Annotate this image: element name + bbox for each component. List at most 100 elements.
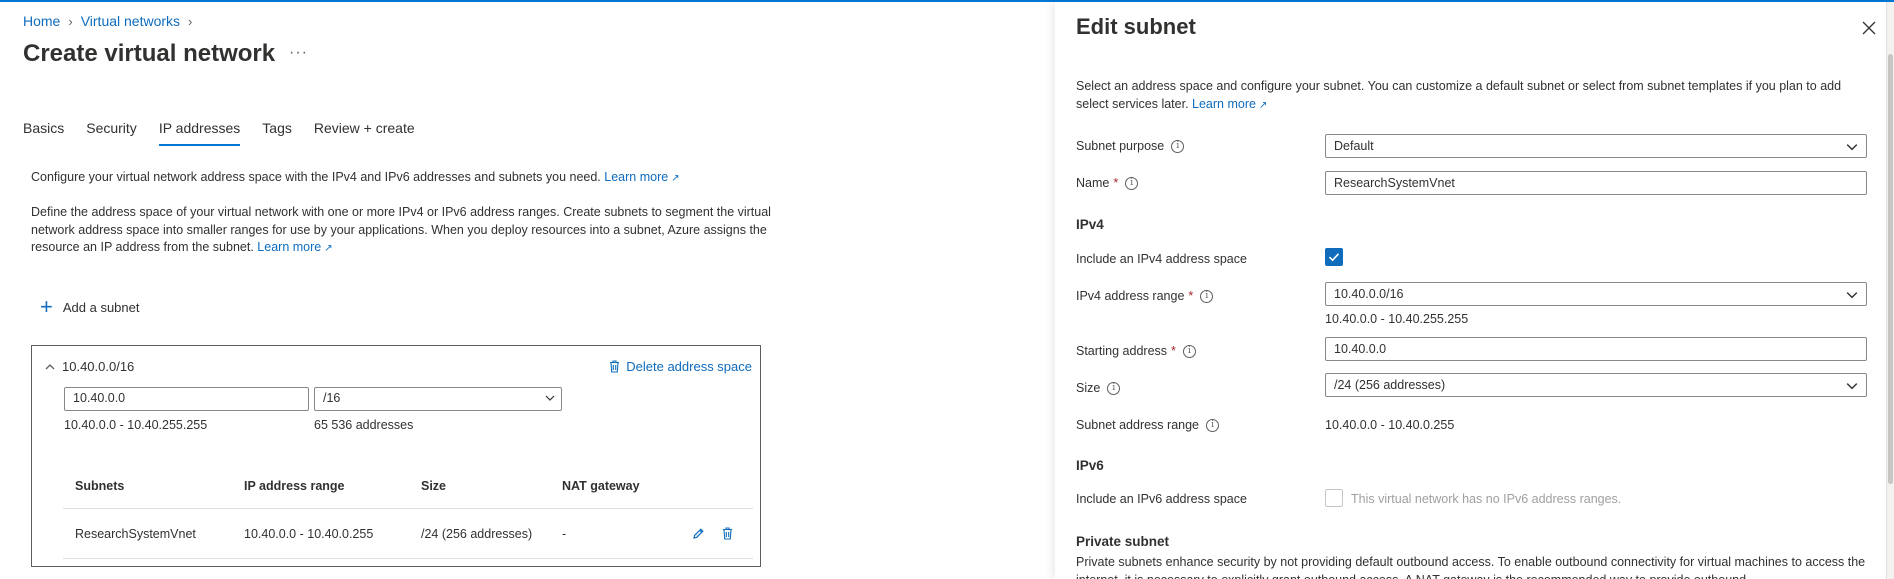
prefix-value: /16: [323, 391, 341, 405]
include-ipv4-label: Include an IPv4 address space: [1076, 252, 1247, 266]
tab-security[interactable]: Security: [86, 120, 137, 146]
starting-address-label-text: Starting address: [1076, 344, 1168, 358]
info-icon[interactable]: i: [1200, 289, 1214, 303]
delete-address-space-button[interactable]: Delete address space: [609, 359, 752, 374]
scrollbar-thumb[interactable]: [1888, 54, 1893, 484]
ipv4-range-select[interactable]: 10.40.0.0/16: [1325, 282, 1867, 306]
panel-scrollbar[interactable]: [1886, 2, 1894, 579]
size-value: /24 (256 addresses): [1334, 378, 1446, 392]
external-link-icon: ↗: [324, 243, 333, 254]
edit-subnet-panel: Edit subnet Select an address space and …: [1055, 2, 1894, 579]
name-label-text: Name: [1076, 176, 1110, 190]
table-divider: [63, 508, 753, 509]
ipv6-heading: IPv6: [1076, 458, 1104, 473]
create-vnet-page: Home › Virtual networks › Create virtual…: [0, 2, 1055, 579]
panel-title: Edit subnet: [1076, 14, 1196, 39]
plus-icon: +: [40, 294, 53, 319]
breadcrumb-home[interactable]: Home: [23, 13, 60, 29]
address-space-header[interactable]: 10.40.0.0/16: [44, 359, 134, 374]
learn-more-link[interactable]: Learn more: [604, 170, 668, 184]
breadcrumb-virtual-networks[interactable]: Virtual networks: [81, 13, 180, 29]
subnet-address-range-value: 10.40.0.0 - 10.40.0.255: [1325, 418, 1455, 432]
trash-icon[interactable]: [722, 527, 733, 540]
subnet-name-link[interactable]: ResearchSystemVnet: [75, 527, 196, 541]
intro-sentence: Configure your virtual network address s…: [31, 170, 601, 184]
required-marker: *: [1188, 289, 1194, 303]
panel-learn-more-link[interactable]: Learn more: [1192, 97, 1256, 111]
subnet-purpose-label-text: Subnet purpose: [1076, 139, 1165, 153]
private-subnet-heading: Private subnet: [1076, 534, 1170, 549]
col-header-size: Size: [421, 479, 447, 493]
required-marker: *: [1171, 344, 1176, 358]
delete-address-space-label: Delete address space: [626, 359, 752, 374]
checkmark-icon: [1328, 253, 1340, 262]
col-header-subnets: Subnets: [75, 479, 125, 493]
chevron-down-icon: [1846, 383, 1858, 390]
required-marker: *: [1113, 176, 1119, 190]
panel-description-text: Select an address space and configure yo…: [1076, 79, 1842, 111]
tab-tags[interactable]: Tags: [262, 120, 292, 146]
ipv4-range-note: 10.40.0.0 - 10.40.255.255: [1325, 312, 1469, 326]
trash-icon: [610, 360, 620, 373]
subnet-name-input[interactable]: ResearchSystemVnet: [1325, 171, 1867, 195]
tab-review-create[interactable]: Review + create: [314, 120, 415, 146]
panel-description: Select an address space and configure yo…: [1076, 78, 1876, 114]
address-space-card: 10.40.0.0/16 Delete address space 10.40.…: [31, 345, 761, 567]
subnet-purpose-value: Default: [1334, 139, 1374, 153]
address-count-note: 65 536 addresses: [314, 418, 414, 432]
size-select[interactable]: /24 (256 addresses): [1325, 373, 1867, 397]
ipv4-heading: IPv4: [1076, 217, 1104, 232]
add-subnet-button[interactable]: + Add a subnet: [40, 294, 140, 319]
starting-address-input[interactable]: 10.40.0.0: [1325, 337, 1867, 361]
size-label-text: Size: [1076, 381, 1101, 395]
address-range-note: 10.40.0.0 - 10.40.255.255: [64, 418, 208, 432]
subnet-address-range-label-text: Subnet address range: [1076, 418, 1200, 432]
chevron-down-icon: [1846, 292, 1858, 299]
starting-address-label: Starting address * i: [1076, 344, 1196, 358]
info-icon[interactable]: i: [1125, 176, 1139, 190]
col-header-nat: NAT gateway: [562, 479, 640, 493]
starting-address-input[interactable]: 10.40.0.0: [64, 387, 309, 411]
col-header-ip-range: IP address range: [244, 479, 345, 493]
tab-basics[interactable]: Basics: [23, 120, 64, 146]
external-link-icon: ↗: [1258, 99, 1268, 111]
pencil-icon[interactable]: [692, 527, 705, 540]
page-title: Create virtual network: [23, 40, 276, 67]
private-subnet-description: Private subnets enhance security by not …: [1076, 555, 1866, 579]
size-label: Size i: [1076, 381, 1121, 395]
info-icon[interactable]: i: [1206, 418, 1220, 432]
chevron-right-icon: ›: [68, 13, 73, 29]
address-space-sentence: Define the address space of your virtual…: [31, 205, 771, 254]
chevron-down-icon: [1846, 144, 1858, 151]
subnet-purpose-label: Subnet purpose i: [1076, 139, 1185, 153]
subnet-nat-gateway: -: [562, 527, 567, 541]
chevron-down-icon: [545, 395, 555, 401]
breadcrumb: Home › Virtual networks ›: [23, 13, 192, 29]
address-space-cidr: 10.40.0.0/16: [62, 359, 135, 374]
prefix-select[interactable]: /16: [314, 387, 562, 411]
tab-ip-addresses[interactable]: IP addresses: [158, 120, 241, 146]
more-icon[interactable]: ···: [289, 44, 308, 62]
tab-bar: Basics Security IP addresses Tags Review…: [23, 120, 437, 146]
subnet-purpose-select[interactable]: Default: [1325, 134, 1867, 158]
learn-more-link-2[interactable]: Learn more: [257, 240, 321, 254]
include-ipv6-checkbox[interactable]: [1325, 489, 1343, 507]
close-icon[interactable]: [1862, 21, 1876, 35]
info-icon[interactable]: i: [1182, 344, 1196, 358]
subnet-size: /24 (256 addresses): [421, 527, 533, 541]
add-subnet-label: Add a subnet: [62, 299, 140, 315]
external-link-icon: ↗: [671, 173, 680, 184]
subnet-ip-range: 10.40.0.0 - 10.40.0.255: [244, 527, 374, 541]
ipv4-range-label-text: IPv4 address range: [1076, 289, 1185, 303]
chevron-up-icon[interactable]: [44, 361, 56, 373]
ipv6-disabled-note: This virtual network has no IPv6 address…: [1351, 492, 1622, 506]
subnet-address-range-label: Subnet address range i: [1076, 418, 1220, 432]
address-space-description: Define the address space of your virtual…: [31, 204, 771, 258]
info-icon[interactable]: i: [1171, 139, 1185, 153]
ipv4-range-value: 10.40.0.0/16: [1334, 287, 1404, 301]
table-divider: [63, 558, 753, 559]
include-ipv4-checkbox[interactable]: [1325, 248, 1343, 266]
ipv4-range-label: IPv4 address range * i: [1076, 289, 1214, 303]
name-label: Name * i: [1076, 176, 1139, 190]
info-icon[interactable]: i: [1107, 381, 1121, 395]
